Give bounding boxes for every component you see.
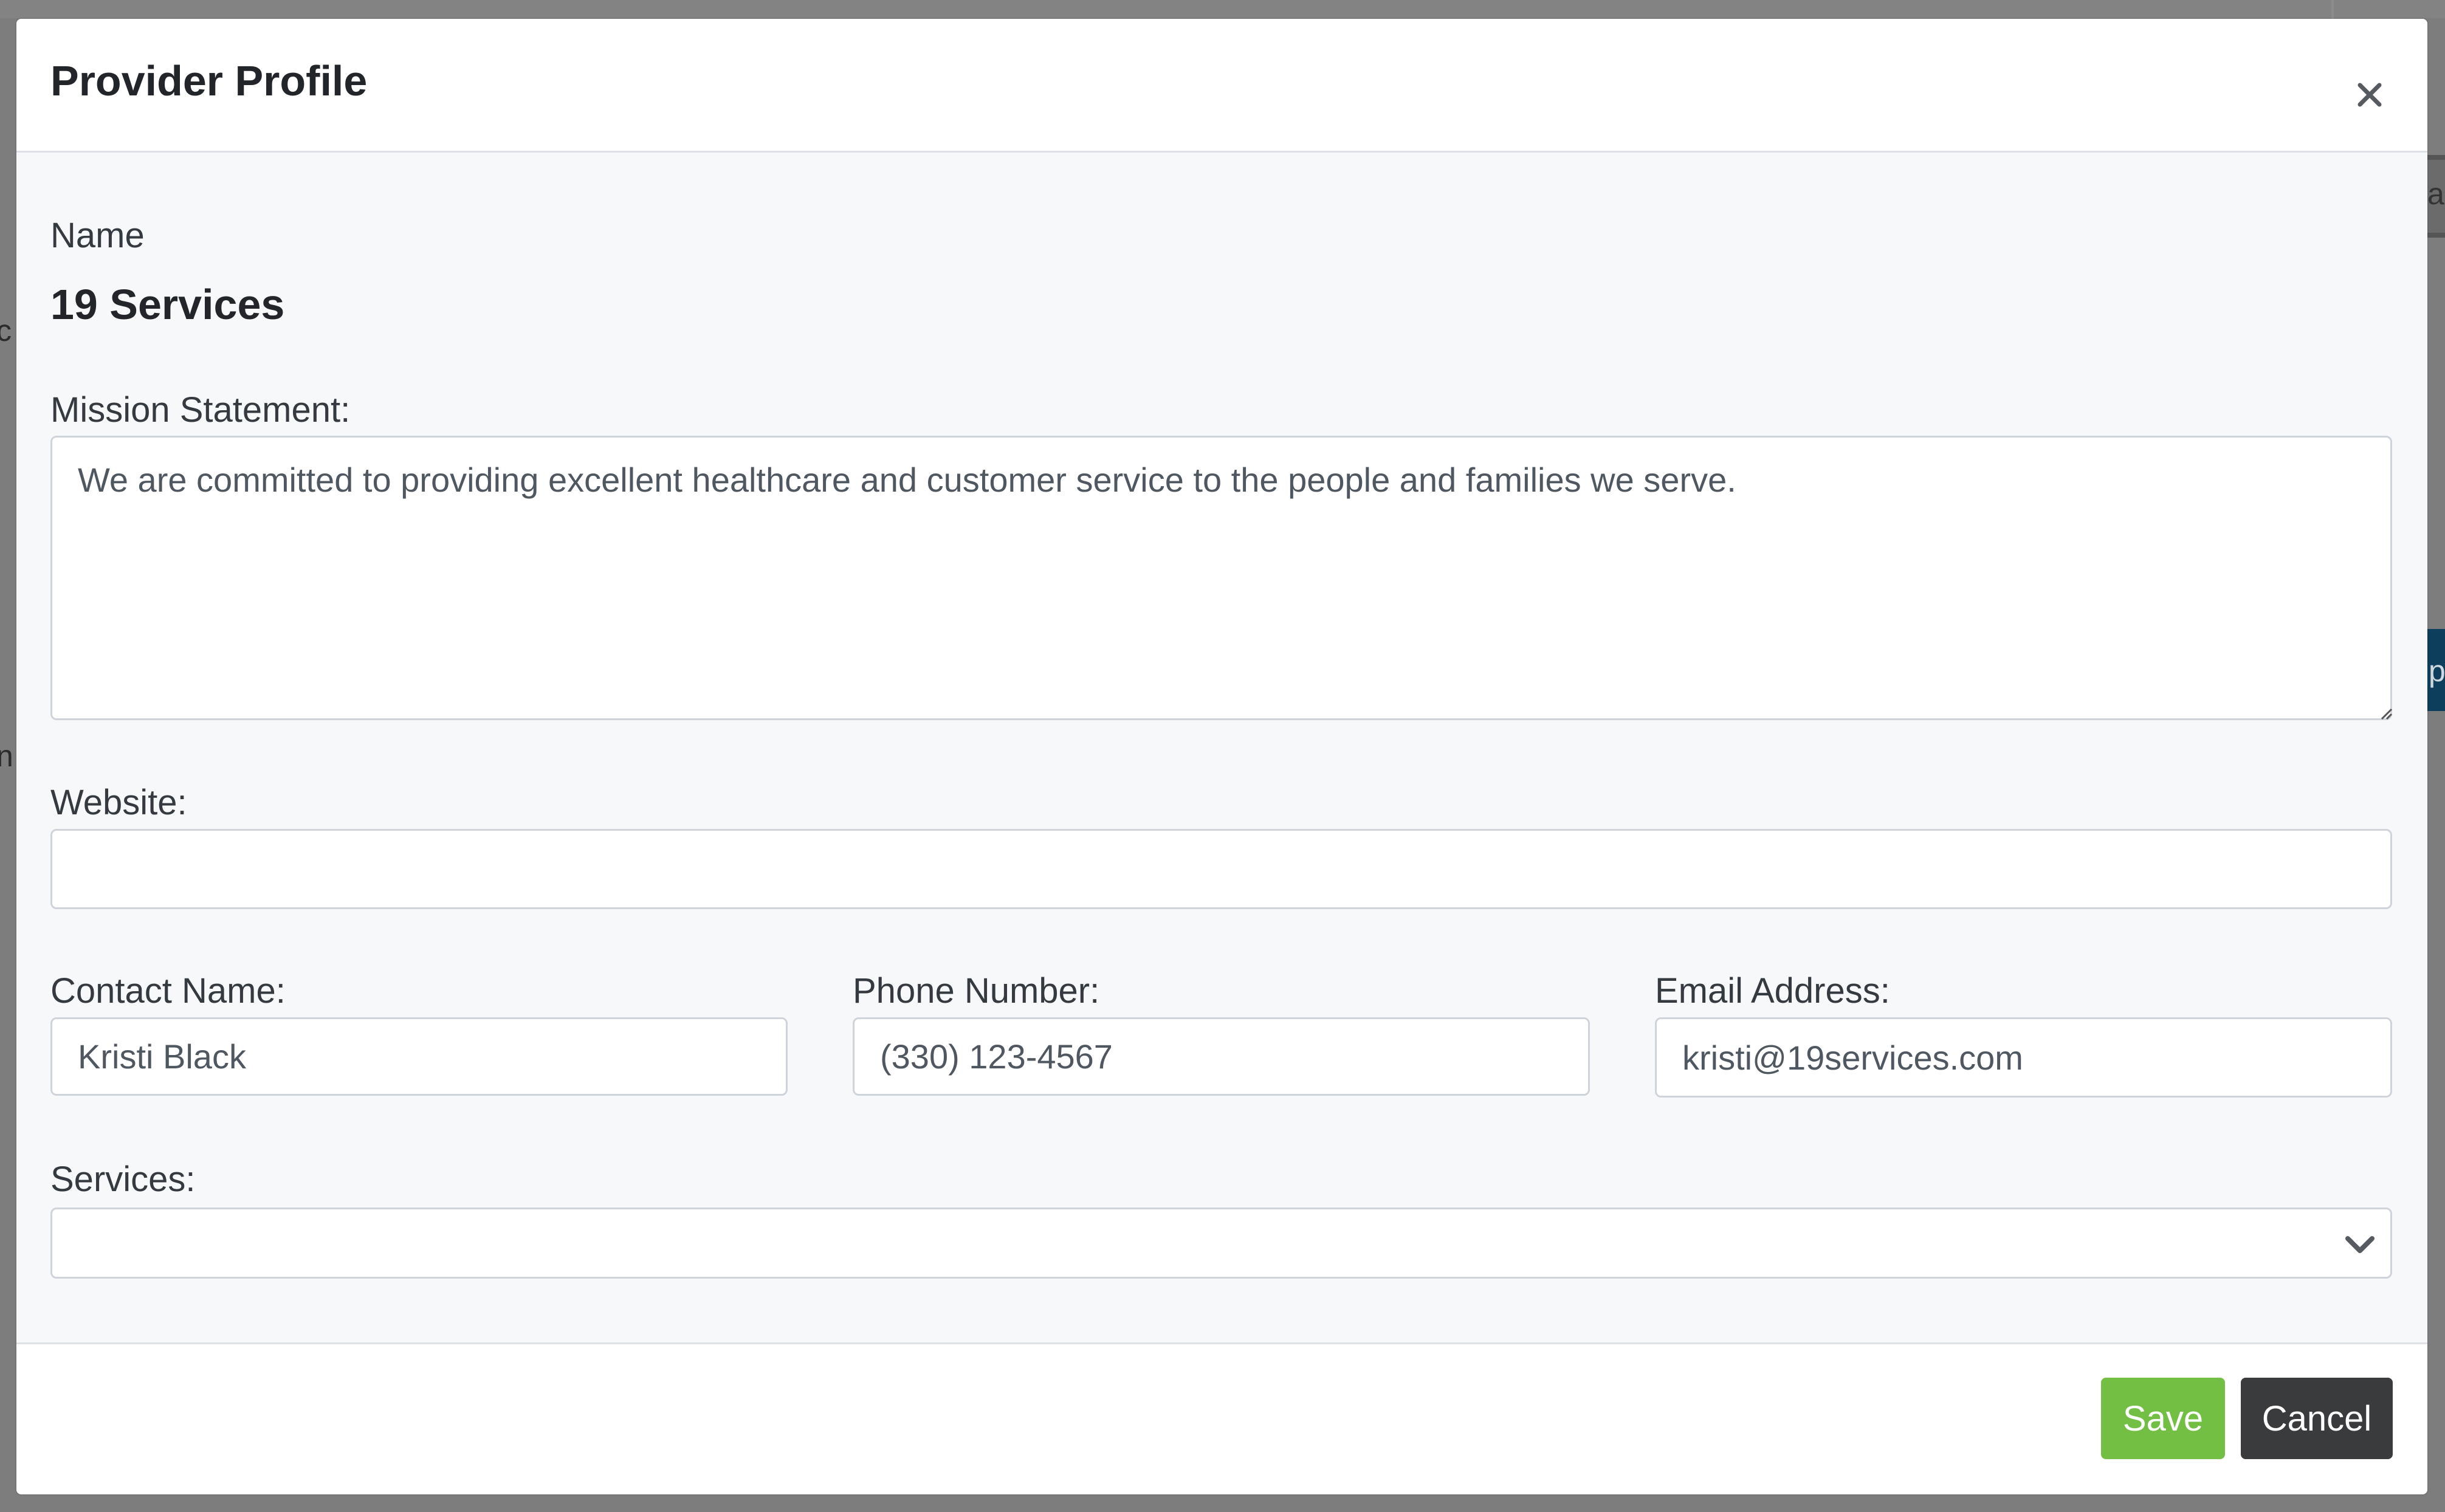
background-page-header	[0, 0, 2445, 18]
phone-number-label: Phone Number:	[853, 971, 1100, 1011]
services-select[interactable]	[50, 1208, 2392, 1279]
email-address-input[interactable]	[1655, 1017, 2392, 1098]
services-label: Services:	[50, 1160, 196, 1199]
mission-statement-label: Mission Statement:	[50, 390, 351, 430]
website-label: Website:	[50, 783, 187, 822]
email-address-label: Email Address:	[1655, 971, 1890, 1011]
name-label: Name	[50, 216, 145, 255]
chevron-down-icon	[2345, 1236, 2375, 1253]
resize-handle-icon[interactable]	[2378, 706, 2393, 720]
provider-name: 19 Services	[50, 281, 285, 328]
modal-header: Provider Profile	[16, 19, 2427, 153]
background-text-fragment: n	[0, 739, 13, 773]
background-text-fragment: p	[2429, 654, 2445, 688]
background-text-fragment: a	[2427, 177, 2444, 211]
phone-number-input[interactable]	[853, 1017, 1590, 1096]
modal-footer: Save Cancel	[16, 1342, 2427, 1494]
provider-profile-modal: Provider Profile Name 19 Services Missio…	[16, 19, 2427, 1494]
close-button[interactable]	[2348, 74, 2391, 116]
save-button[interactable]: Save	[2101, 1378, 2225, 1459]
contact-name-label: Contact Name:	[50, 971, 286, 1011]
cancel-button[interactable]: Cancel	[2241, 1378, 2393, 1459]
contact-name-input[interactable]	[50, 1017, 788, 1096]
background-text-fragment: c	[0, 314, 12, 348]
website-input[interactable]	[50, 829, 2392, 909]
mission-statement-textarea[interactable]: We are committed to providing excellent …	[50, 436, 2392, 720]
close-icon	[2357, 83, 2382, 107]
modal-title: Provider Profile	[50, 57, 368, 105]
